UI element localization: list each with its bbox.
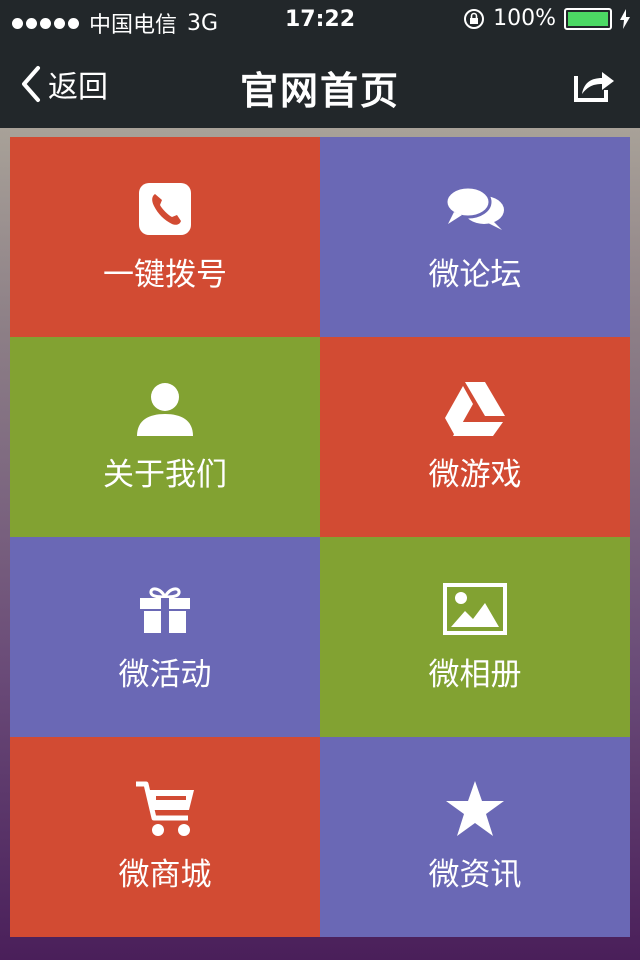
tile-label: 一键拨号 <box>103 256 227 293</box>
tile-label: 微活动 <box>118 656 212 693</box>
status-right: 100% <box>463 6 630 31</box>
tile-news[interactable]: 微资讯 <box>320 737 630 937</box>
page-title: 官网首页 <box>239 69 400 113</box>
drive-triangle-icon <box>445 381 505 437</box>
nav-bar: 返回 官网首页 <box>0 40 640 128</box>
status-bar: 中国电信 3G 17:22 100% <box>0 0 640 40</box>
shopping-cart-icon <box>134 781 196 837</box>
tile-games[interactable]: 微游戏 <box>320 337 630 537</box>
tile-mall[interactable]: 微商城 <box>10 737 320 937</box>
tile-label: 微资讯 <box>428 856 522 893</box>
picture-icon <box>443 581 507 637</box>
gift-icon <box>138 581 192 637</box>
charging-bolt-icon <box>620 8 630 29</box>
share-icon <box>574 72 614 102</box>
star-icon <box>446 780 504 837</box>
tile-dial[interactable]: 一键拨号 <box>10 137 320 337</box>
tile-label: 微游戏 <box>428 456 522 493</box>
tile-forum[interactable]: 微论坛 <box>320 137 630 337</box>
tile-album[interactable]: 微相册 <box>320 537 630 737</box>
share-button[interactable] <box>572 64 616 108</box>
tile-label: 微商城 <box>118 856 212 893</box>
tile-about[interactable]: 关于我们 <box>10 337 320 537</box>
tile-label: 微论坛 <box>428 256 522 293</box>
tile-label: 微相册 <box>428 656 522 693</box>
rotation-lock-icon <box>464 8 485 29</box>
user-icon <box>135 381 195 437</box>
battery-icon <box>564 7 612 30</box>
tile-events[interactable]: 微活动 <box>10 537 320 737</box>
phone-icon <box>139 181 191 237</box>
tile-label: 关于我们 <box>103 456 227 493</box>
battery-percent: 100% <box>493 6 556 31</box>
chat-bubbles-icon <box>444 181 506 237</box>
